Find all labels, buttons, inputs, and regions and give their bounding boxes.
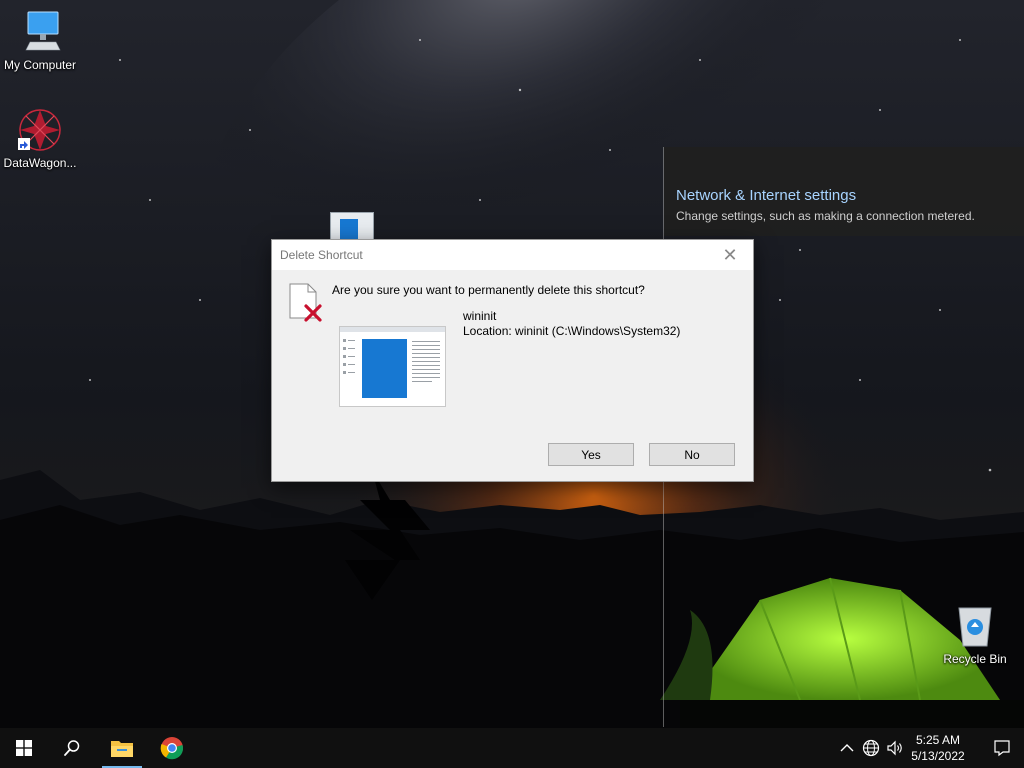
desktop-icon-label: My Computer <box>3 58 77 72</box>
no-button[interactable]: No <box>649 443 735 466</box>
close-button[interactable]: ✕ <box>707 240 753 270</box>
delete-shortcut-dialog: Delete Shortcut ✕ Are you sure you want … <box>271 239 754 482</box>
clock-time: 5:25 AM <box>915 733 961 747</box>
datawagon-logo-icon <box>16 106 64 154</box>
recycle-bin-icon <box>951 602 999 650</box>
desktop-icon-label: Recycle Bin <box>943 652 1007 666</box>
network-globe-icon <box>862 739 880 757</box>
clock-date: 5/13/2022 <box>911 749 965 763</box>
action-center-button[interactable] <box>980 728 1024 768</box>
shortcut-name: wininit <box>463 309 497 323</box>
desktop-icon-wininit[interactable] <box>330 212 374 242</box>
dialog-titlebar[interactable]: Delete Shortcut ✕ <box>272 240 753 270</box>
volume-tray-button[interactable] <box>885 738 905 758</box>
shortcut-thumbnail <box>339 326 446 407</box>
shortcut-location: Location: wininit (C:\Windows\System32) <box>463 324 681 338</box>
delete-file-icon <box>288 282 324 327</box>
taskbar-chrome[interactable] <box>148 728 196 768</box>
network-settings-description: Change settings, such as making a connec… <box>676 209 975 223</box>
taskbar: 5:25 AM 5/13/2022 <box>0 728 1024 768</box>
dialog-title: Delete Shortcut <box>280 248 363 262</box>
chrome-icon <box>160 737 184 760</box>
windows-start-icon <box>16 740 32 756</box>
yes-button[interactable]: Yes <box>548 443 634 466</box>
desktop-icon-recycle-bin[interactable]: Recycle Bin <box>935 602 1015 666</box>
search-button[interactable] <box>48 728 96 768</box>
computer-icon <box>16 8 64 56</box>
window-icon <box>340 219 358 241</box>
desktop-icon-datawagon[interactable]: DataWagon... <box>0 106 80 170</box>
network-tray-button[interactable] <box>861 738 881 758</box>
network-flyout: Network & Internet settings Change setti… <box>664 147 1024 236</box>
desktop-icon-my-computer[interactable]: My Computer <box>0 8 80 72</box>
confirm-question: Are you sure you want to permanently del… <box>332 283 645 297</box>
clock[interactable]: 5:25 AM 5/13/2022 <box>906 732 970 764</box>
action-center-icon <box>994 740 1010 757</box>
file-explorer-icon <box>111 741 133 757</box>
search-icon <box>64 740 80 756</box>
chevron-up-icon <box>840 744 854 752</box>
taskbar-file-explorer[interactable] <box>98 728 146 768</box>
start-button[interactable] <box>0 728 48 768</box>
show-hidden-icons[interactable] <box>837 738 857 758</box>
desktop-icon-label: DataWagon... <box>3 156 77 170</box>
network-settings-link[interactable]: Network & Internet settings <box>676 187 856 204</box>
volume-icon <box>887 740 902 756</box>
